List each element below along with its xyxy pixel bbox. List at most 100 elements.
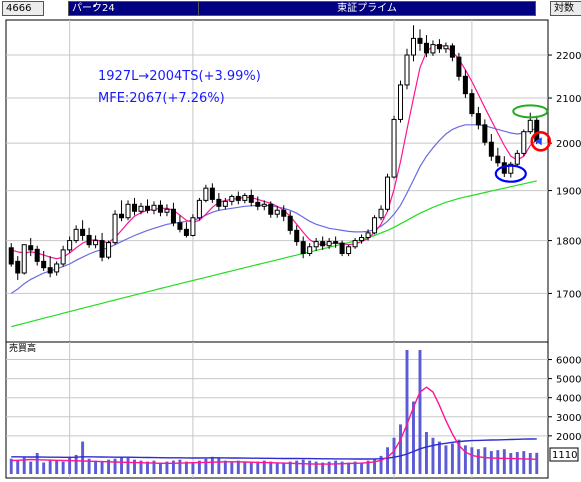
candle-body-up: [138, 205, 144, 212]
volume-bar: [412, 401, 415, 474]
candle-body-down: [469, 93, 475, 115]
volume-bar: [48, 459, 52, 474]
volume-bar: [301, 459, 305, 474]
price-tick-label: 1800: [556, 237, 581, 248]
candle-body-down: [34, 248, 40, 262]
volume-tick-label: 5000: [556, 375, 581, 386]
current-volume-badge: 1110: [549, 447, 579, 462]
candle-body-down: [177, 222, 183, 230]
candle: [385, 173, 391, 212]
volume-tick-label: 4000: [556, 394, 581, 405]
candle-body-down: [209, 187, 215, 200]
candle: [339, 240, 345, 257]
candle-body-down: [170, 208, 176, 224]
volume-bar: [256, 461, 260, 474]
candle: [190, 214, 196, 237]
volume-bar: [522, 451, 526, 474]
candle: [112, 210, 118, 245]
volume-axis: 2000 3000 4000 5000 6000: [548, 356, 581, 443]
candle-body-down: [268, 203, 274, 215]
volume-bar: [243, 461, 247, 474]
candle-body-down: [300, 241, 306, 255]
volume-bar: [405, 350, 409, 474]
candle: [391, 115, 397, 179]
candle-body-down: [28, 245, 34, 251]
candle-body-up: [73, 228, 79, 242]
candle: [372, 215, 378, 235]
candle-body-up: [410, 37, 416, 56]
scale-toggle-button[interactable]: 対数: [550, 1, 581, 16]
volume-bar: [55, 460, 59, 474]
volume-bar: [249, 462, 253, 474]
candle-body-up: [151, 204, 157, 211]
candle-body-down: [80, 228, 86, 236]
candle-body-down: [132, 203, 138, 212]
volume-bar: [528, 453, 532, 474]
market-name: 東証プライム: [198, 1, 536, 16]
candle-body-up: [222, 200, 228, 207]
candle-body-up: [430, 44, 436, 54]
volume-tick-label: 2000: [556, 432, 581, 443]
volume-bar: [81, 441, 85, 474]
volume-bar: [61, 461, 65, 474]
volume-bar: [470, 447, 474, 474]
candle-body-up: [404, 54, 410, 86]
volume-bar: [295, 460, 299, 474]
candle: [456, 52, 462, 81]
candle-body-down: [488, 141, 494, 157]
candle-body-up: [54, 263, 60, 273]
volume-tick-label: 3000: [556, 413, 581, 424]
candle-body-down: [8, 247, 14, 265]
candle: [404, 48, 410, 90]
volume-title: 売買高: [9, 342, 36, 354]
candle-body-up: [527, 119, 533, 133]
candle: [398, 80, 404, 123]
volume-bar: [431, 437, 435, 474]
volume-bar: [483, 447, 487, 474]
chart-area: 1700 1800 1900 2000 2100 2200 1927L→2004TS(+3…: [5, 19, 581, 479]
candle-body-up: [274, 209, 280, 215]
candle-body-up: [112, 213, 118, 244]
candle-body-up: [346, 246, 352, 255]
volume-bar: [334, 460, 338, 474]
volume-bar: [178, 459, 182, 474]
candle-body-up: [365, 232, 371, 239]
volume-bar: [392, 437, 396, 474]
candle-body-down: [248, 194, 254, 203]
candle-body-down: [320, 241, 326, 247]
entry-exit-annotation: 1927L→2004TS(+3.99%): [98, 69, 261, 84]
volume-bar: [275, 462, 279, 474]
price-tick-label: 2200: [556, 51, 581, 62]
volume-bar: [489, 451, 493, 474]
candle-body-up: [242, 194, 248, 201]
volume-bar: [223, 460, 227, 474]
candle-body-up: [203, 187, 209, 201]
volume-bar: [360, 462, 364, 474]
candle-body-up: [391, 118, 397, 178]
candle-body-up: [60, 249, 66, 265]
stock-code: 4666: [2, 1, 44, 16]
price-tick-label: 1900: [556, 187, 581, 198]
candle-body-up: [352, 240, 358, 248]
volume-panel: 売買高 2000 3000 4000 5000 6000 1110: [5, 341, 581, 479]
volume-bar: [100, 461, 104, 474]
candle-body-up: [313, 241, 319, 248]
candle-body-up: [359, 237, 365, 242]
candle-body-up: [125, 203, 131, 219]
candle-body-up: [261, 203, 267, 207]
current-volume-label: 1110: [552, 450, 577, 461]
candle-body-down: [423, 42, 429, 54]
candle-body-up: [229, 195, 235, 202]
candle-body-down: [216, 198, 222, 207]
volume-bar: [437, 441, 441, 474]
candle-body-up: [307, 246, 313, 255]
candle-body-up: [385, 176, 391, 210]
volume-bar: [113, 458, 117, 474]
candle-body-up: [443, 45, 449, 50]
volume-bar: [515, 452, 519, 474]
candle-body-down: [339, 242, 345, 255]
volume-bar: [425, 432, 428, 474]
candle: [469, 89, 475, 117]
candle-body-down: [15, 260, 21, 274]
mfe-annotation: MFE:2067(+7.26%): [98, 91, 225, 106]
